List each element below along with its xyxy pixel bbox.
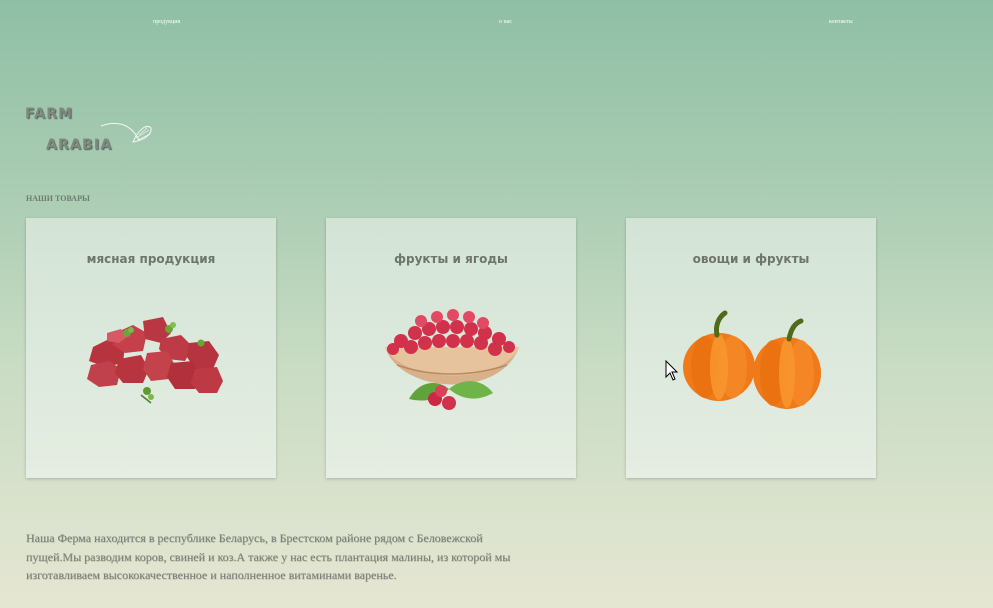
product-card-meat[interactable]: мясная продукция [26,218,276,478]
nav-link-products[interactable]: продукция [153,19,180,25]
card-title: овощи и фрукты [692,252,810,266]
section-title-products: НАШИ ТОВАРЫ [26,194,90,203]
card-title: мясная продукция [86,252,216,266]
leaf-logo-icon [100,122,152,143]
product-card-berries[interactable]: фрукты и ягоды [326,218,576,478]
product-card-vegetables[interactable]: овощи и фрукты [626,218,876,478]
card-title: фрукты и ягоды [394,252,508,266]
mouse-cursor-icon [665,360,679,381]
pumpkins-image [683,310,821,409]
logo[interactable]: FARM ARABIA [25,104,160,160]
nav-link-contacts[interactable]: контакты [829,19,853,25]
raspberries-image [385,309,519,410]
nav-link-about[interactable]: о нас [499,19,512,25]
meat-image [87,317,223,404]
logo-word-farm: FARM [25,106,74,122]
about-text: Наша Ферма находится в республике Белару… [26,531,511,582]
